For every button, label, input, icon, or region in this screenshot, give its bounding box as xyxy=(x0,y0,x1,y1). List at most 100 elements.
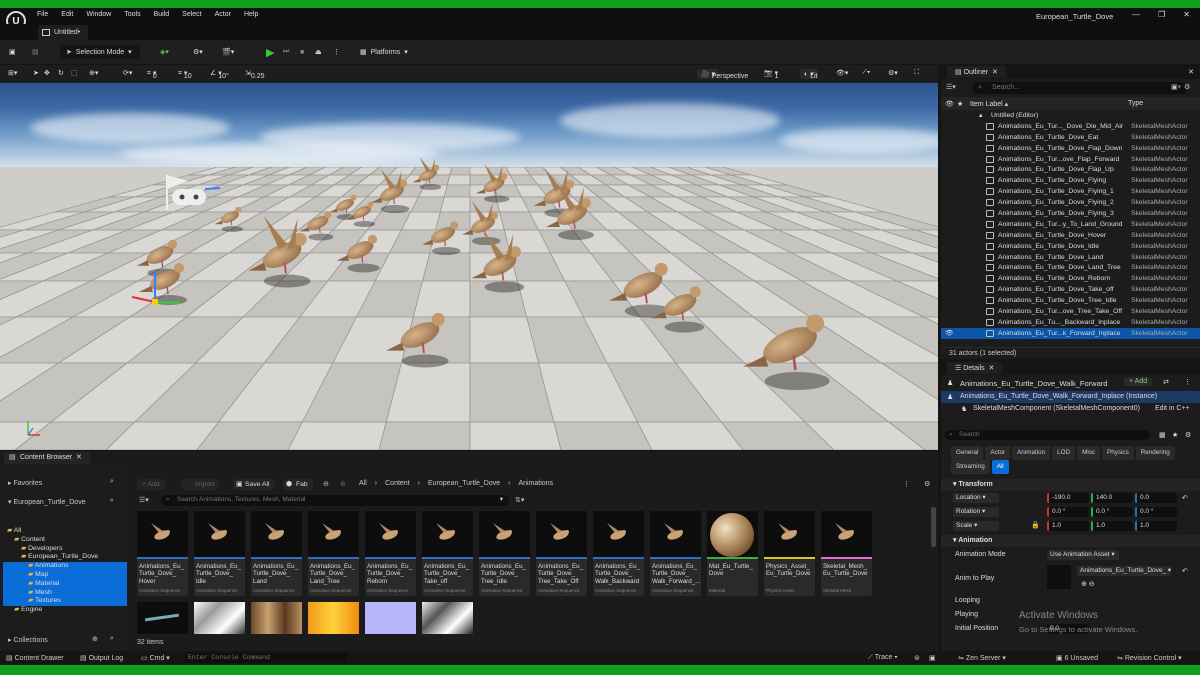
scale-y[interactable]: 1.0 xyxy=(1091,521,1133,531)
asset-tile[interactable]: Physics_Asset_ Eu_Turtle_Dove Physics Ass… xyxy=(764,511,815,596)
settings-icon[interactable]: ⚙ xyxy=(1184,83,1190,91)
reset-icon[interactable]: ↶ xyxy=(1182,494,1188,502)
asset-tile[interactable]: Animations_Eu_ Turtle_Dove_ Land_Tree Ani… xyxy=(308,511,359,596)
folder-tree-item[interactable]: ▰ Developers xyxy=(3,545,127,554)
outliner-row[interactable]: Animations_Eu_Turtle_Dove_Reborn Skeletal… xyxy=(941,273,1200,284)
ellipsis-icon[interactable]: ⋮ xyxy=(903,480,910,488)
ellipsis-icon[interactable]: ⋮ xyxy=(1184,378,1191,386)
outliner-row[interactable]: Animations_Eu_Turtle_Dove_Hover SkeletalM… xyxy=(941,230,1200,241)
breadcrumb-animations[interactable]: Animations xyxy=(518,480,553,487)
filter-chip-actor[interactable]: Actor xyxy=(985,446,1011,460)
record-icon[interactable]: ▣ xyxy=(929,654,936,662)
outliner-row[interactable]: Animations_Eu_Tur...y_To_Land_Ground Skel… xyxy=(941,219,1200,230)
details-search-input[interactable]: ⌕ Search xyxy=(945,430,1150,440)
folder-tree-item[interactable]: ▰ Material xyxy=(3,579,127,589)
search-icon[interactable]: ⌕ xyxy=(110,497,114,505)
turtle-dove-actor[interactable] xyxy=(371,169,410,213)
filter-chip-lod[interactable]: LOD xyxy=(1052,446,1076,460)
content-drawer-button[interactable]: ▤ Content Drawer xyxy=(6,654,64,662)
folder-tree-item[interactable]: ▰ All xyxy=(3,527,127,536)
texture-thumbnail-5[interactable] xyxy=(365,602,416,634)
outliner-root[interactable]: ▴ Untitled (Editor) xyxy=(941,110,1200,121)
outliner-row[interactable]: Animations_Eu_Turtle_Dove_Land SkeletalMe… xyxy=(941,252,1200,263)
folder-tree-item[interactable]: ▰ Engine xyxy=(3,606,127,615)
type-header[interactable]: Type xyxy=(1128,100,1143,107)
derived-data-icon[interactable]: ⊜ xyxy=(914,654,920,662)
asset-tile[interactable]: Animations_Eu_ Turtle_Dove_ Reborn Animat… xyxy=(365,511,416,596)
outliner-row[interactable]: Animations_Eu_Turtle_Dove_Flying Skeletal… xyxy=(941,175,1200,186)
play-icon[interactable]: ▶ xyxy=(266,45,274,59)
close-icon[interactable]: ✕ xyxy=(1183,10,1190,19)
turtle-dove-actor[interactable] xyxy=(248,216,311,288)
outliner-row[interactable]: Animations_Eu_Turtle_Dove_Idle SkeletalMe… xyxy=(941,241,1200,252)
folder-tree-item[interactable]: ▰ European_Turtle_Dove xyxy=(3,553,127,562)
settings-icon[interactable]: ⚙ xyxy=(924,480,930,488)
outliner-search-input[interactable]: ⌕ Search... ▾ xyxy=(972,82,1187,94)
maximize-icon[interactable]: ❐ xyxy=(1158,10,1165,19)
rotation-dropdown[interactable]: Rotation ▾ xyxy=(953,507,999,517)
content-scrollbar[interactable] xyxy=(931,507,936,547)
component-row[interactable]: ♞ SkeletalMeshComponent (SkeletalMeshCom… xyxy=(941,403,1200,415)
add-component-button[interactable]: + Add xyxy=(1124,377,1153,386)
expand-icon[interactable]: ▴ xyxy=(979,111,982,119)
blueprint-convert-icon[interactable]: ⇄ xyxy=(1163,378,1169,386)
grid-view-icon[interactable]: ▦ xyxy=(1159,431,1166,439)
favorite-icon[interactable]: ★ xyxy=(1172,431,1178,439)
turtle-dove-actor[interactable] xyxy=(609,262,672,318)
texture-thumbnail-2[interactable] xyxy=(194,602,245,634)
edit-cpp-link[interactable]: Edit in C++ xyxy=(1155,405,1190,412)
search-icon[interactable]: ⌕ xyxy=(110,478,114,486)
rotation-z[interactable]: 0.0 ° xyxy=(1135,507,1177,517)
revision-control-button[interactable]: ⇋ Revision Control ▾ xyxy=(1117,654,1182,662)
outliner-row[interactable]: 👁 Animations_Eu_Tur...k_Forward_Inplace Sk… xyxy=(941,327,1200,339)
rotation-x[interactable]: 0.0 ° xyxy=(1047,507,1089,517)
outliner-row[interactable]: Animations_Eu_Tur..._Dove_Die_Mid_Air Ske… xyxy=(941,121,1200,132)
step-icon[interactable]: ⏭ xyxy=(283,45,289,59)
item-label-header[interactable]: Item Label ▴ xyxy=(970,100,1008,108)
turtle-dove-actor[interactable] xyxy=(743,314,830,390)
asset-tile[interactable]: Animations_Eu_ Turtle_Dove_ Idle Animatio… xyxy=(194,511,245,596)
filter-chip-general[interactable]: General xyxy=(951,446,984,460)
scale-z[interactable]: 1.0 xyxy=(1135,521,1177,531)
scale-dropdown[interactable]: Scale ▾ xyxy=(953,521,999,531)
platforms-dropdown[interactable]: ▦ Platforms ▾ xyxy=(360,45,408,59)
trace-dropdown[interactable]: ⟋ Trace ▾ xyxy=(868,654,898,662)
location-z[interactable]: 0.0 xyxy=(1135,493,1177,503)
texture-thumbnail-1[interactable] xyxy=(137,602,188,634)
favorites-section[interactable]: ▸ Favorites xyxy=(8,479,42,487)
add-button[interactable]: + Add xyxy=(137,479,165,490)
outliner-row[interactable]: Animations_Eu_Tur...ove_Tree_Take_Off Ske… xyxy=(941,306,1200,317)
asset-tile[interactable]: Skeletal_Mesh_ Eu_Turtle_Dove Skeletal Me… xyxy=(821,511,872,596)
asset-tile[interactable]: Animations_Eu_ Turtle_Dove_ Land Animatio… xyxy=(251,511,302,596)
anim-to-play-dropdown[interactable]: Animations_Eu_Turtle_Dove_ ▾ xyxy=(1077,566,1171,576)
breadcrumb-content[interactable]: Content xyxy=(385,480,410,487)
breadcrumb-project[interactable]: European_Turtle_Dove xyxy=(428,480,500,487)
animation-mode-dropdown[interactable]: Use Animation Asset ▾ xyxy=(1047,550,1119,560)
import-button[interactable]: Import xyxy=(181,479,220,490)
add-collection-icon[interactable]: ⊕ xyxy=(92,635,98,643)
visibility-column-icon[interactable]: 👁 xyxy=(945,100,954,108)
outliner-row[interactable]: Animations_Eu_Turtle_Dove_Flap_Up Skeleta… xyxy=(941,164,1200,175)
texture-thumbnail-6[interactable] xyxy=(422,602,473,634)
location-y[interactable]: 140.0 xyxy=(1091,493,1133,503)
location-dropdown[interactable]: Location ▾ xyxy=(953,493,999,503)
animation-section[interactable]: ▾ Animation xyxy=(941,535,1200,547)
scale-x[interactable]: 1.0 xyxy=(1047,521,1089,531)
rotation-y[interactable]: 0.0 ° xyxy=(1091,507,1133,517)
asset-tile[interactable]: Animations_Eu_ Turtle_Dove_ Tree_Take_Of… xyxy=(536,511,587,596)
project-section[interactable]: ▾ European_Turtle_Dove xyxy=(8,498,86,506)
collections-section[interactable]: ▸ Collections xyxy=(8,636,48,644)
menu-edit[interactable]: Edit xyxy=(61,11,73,18)
add-folder-icon[interactable]: ▣ xyxy=(1171,83,1178,91)
location-x[interactable]: -190.0 xyxy=(1047,493,1089,503)
folder-tree-item[interactable]: ▰ Textures xyxy=(3,597,127,607)
stop-icon[interactable]: ■ xyxy=(300,45,304,59)
turtle-dove-actor[interactable] xyxy=(336,234,380,273)
output-log-button[interactable]: ▤ Output Log xyxy=(80,654,123,662)
turtle-dove-actor[interactable] xyxy=(412,157,442,190)
outliner-row[interactable]: Animations_Eu_Tu..._Backward_Inplace Skel… xyxy=(941,317,1200,328)
filter-chip-misc[interactable]: Misc xyxy=(1077,446,1101,460)
add-content-icon[interactable]: ◈▾ xyxy=(160,45,169,59)
menu-tools[interactable]: Tools xyxy=(124,11,140,18)
filter-chip-rendering[interactable]: Rendering xyxy=(1135,446,1175,460)
